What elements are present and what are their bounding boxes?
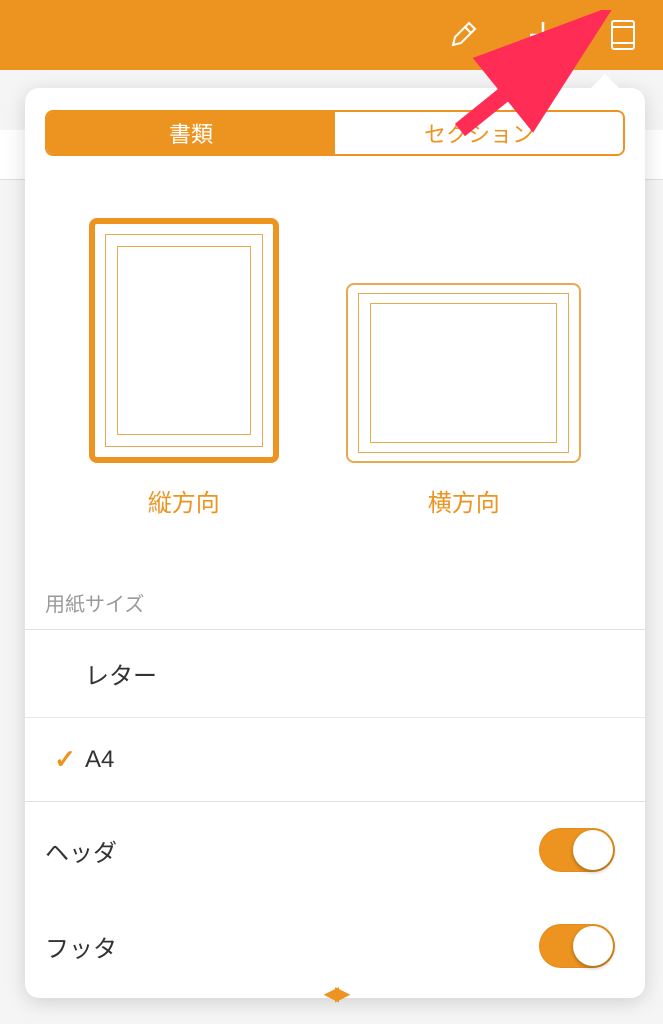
segmented-control: 書類 セクション — [45, 110, 625, 156]
header-toggle-label: ヘッダ — [45, 833, 117, 868]
landscape-page-icon — [346, 283, 581, 463]
paper-size-title: 用紙サイズ — [25, 538, 645, 630]
switch-knob — [573, 830, 613, 870]
orientation-portrait[interactable]: 縦方向 — [89, 218, 279, 518]
document-settings-popover: 書類 セクション 縦方向 横方向 用紙サイズ レター ✓ A4 ヘッ — [25, 88, 645, 998]
tab-document[interactable]: 書類 — [47, 112, 335, 154]
check-column: ✓ — [45, 744, 85, 775]
orientation-row: 縦方向 横方向 — [25, 178, 645, 538]
top-toolbar — [0, 0, 663, 70]
orientation-landscape-label: 横方向 — [346, 483, 581, 518]
plus-icon[interactable] — [523, 15, 563, 55]
header-switch[interactable] — [539, 828, 615, 872]
document-icon[interactable] — [603, 15, 643, 55]
switch-knob — [573, 926, 613, 966]
portrait-page-icon — [89, 218, 279, 463]
footer-toggle-row: フッタ — [25, 898, 645, 994]
orientation-landscape[interactable]: 横方向 — [346, 283, 581, 518]
brush-icon[interactable] — [443, 15, 483, 55]
tab-section[interactable]: セクション — [335, 112, 623, 154]
checkmark-icon: ✓ — [54, 744, 76, 775]
paper-size-option-letter[interactable]: レター — [25, 630, 645, 718]
footer-switch[interactable] — [539, 924, 615, 968]
footer-toggle-label: フッタ — [45, 929, 117, 964]
paper-size-option-a4[interactable]: ✓ A4 — [25, 718, 645, 801]
resize-handle-icon[interactable]: ◀▶ — [324, 981, 347, 1006]
popover-arrow — [589, 74, 621, 90]
header-toggle-row: ヘッダ — [25, 802, 645, 898]
orientation-portrait-label: 縦方向 — [89, 483, 279, 518]
paper-size-label: レター — [85, 656, 157, 691]
paper-size-label: A4 — [85, 746, 114, 774]
